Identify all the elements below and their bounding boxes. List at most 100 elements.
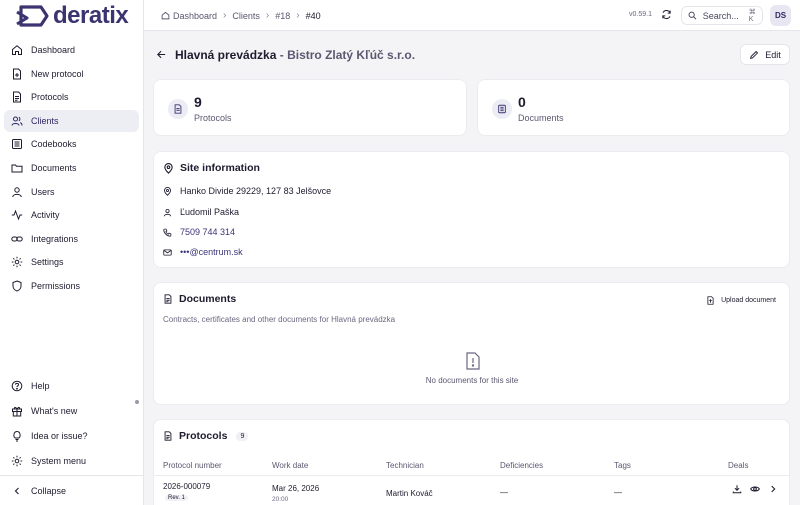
stat-label: Documents [518, 113, 564, 123]
sidebar-item-system-menu[interactable]: System menu [4, 450, 139, 472]
column-header-tags[interactable]: Tags [614, 461, 631, 470]
version-label: v0.59.1 [629, 11, 652, 18]
map-pin-icon [164, 162, 173, 174]
chevron-right-icon: › [296, 10, 300, 21]
sidebar-item-new-protocol[interactable]: New protocol [4, 63, 139, 85]
sidebar-nav: Dashboard New protocol Protocols Clients… [4, 39, 139, 299]
sidebar-item-users[interactable]: Users [4, 181, 139, 203]
stat-value: 0 [518, 94, 526, 110]
mail-icon [163, 248, 172, 256]
site-info-title: Site information [163, 162, 260, 174]
upload-document-button[interactable]: Upload document [698, 292, 784, 309]
tags-value: — [614, 488, 622, 497]
section-title-text: Protocols [179, 430, 228, 442]
sidebar-item-codebooks[interactable]: Codebooks [4, 133, 139, 155]
stat-icon-wrap [168, 99, 188, 119]
sidebar-item-label: System menu [31, 456, 87, 466]
sidebar-item-label: Clients [31, 115, 59, 126]
sidebar-item-dashboard[interactable]: Dashboard [4, 39, 139, 61]
page-title: Hlavná prevádzka - Bistro Zlatý Kľúč s.r… [175, 48, 415, 62]
empty-state-text: No documents for this site [425, 376, 519, 385]
archive-icon [498, 104, 506, 114]
stat-value: 9 [194, 94, 202, 110]
column-header-technician[interactable]: Technician [386, 461, 424, 470]
eye-icon[interactable] [750, 484, 760, 494]
sidebar-item-whats-new[interactable]: What's new [4, 400, 139, 422]
sidebar-item-permissions[interactable]: Permissions [4, 275, 139, 297]
home-icon [161, 11, 170, 20]
chevron-right-icon[interactable] [768, 484, 778, 494]
sidebar: deratix Dashboard New protocol Protocols… [0, 0, 144, 505]
refresh-icon[interactable] [661, 9, 672, 20]
sidebar-item-clients[interactable]: Clients [4, 109, 139, 132]
logo-text: deratix [53, 2, 129, 29]
sidebar-item-label: Permissions [31, 280, 81, 291]
lightbulb-icon [13, 430, 21, 442]
edit-label: Edit [765, 49, 781, 60]
deficiencies-value: — [500, 488, 508, 497]
gift-icon [12, 406, 22, 417]
title-separator: - [276, 48, 288, 62]
help-icon [11, 380, 23, 392]
sidebar-item-integrations[interactable]: Integrations [4, 228, 139, 250]
folder-icon [11, 164, 23, 173]
upload-label: Upload document [721, 297, 776, 304]
home-icon [12, 45, 22, 55]
topbar: Dashboard › Clients › #18 › #40 v0.59.1 … [144, 0, 800, 31]
sidebar-item-idea-or-issue[interactable]: Idea or issue? [4, 425, 139, 447]
sidebar-item-label: Integrations [31, 233, 79, 244]
column-header-deals[interactable]: Deals [728, 461, 748, 470]
column-header-work-date[interactable]: Work date [272, 461, 308, 470]
shield-icon [12, 280, 22, 292]
edit-button[interactable]: Edit [740, 44, 790, 65]
site-name: Hlavná prevádzka [175, 48, 277, 62]
breadcrumb-dashboard[interactable]: Dashboard [173, 11, 217, 21]
documents-subtitle: Contracts, certificates and other docume… [163, 315, 396, 324]
list-icon [12, 139, 22, 150]
sidebar-item-label: What's new [31, 406, 78, 416]
sidebar-item-activity[interactable]: Activity [4, 204, 139, 226]
avatar[interactable]: DS [770, 5, 791, 26]
gear-icon [11, 455, 23, 467]
divider [154, 475, 790, 476]
sidebar-item-help[interactable]: Help [4, 375, 139, 397]
sidebar-item-settings[interactable]: Settings [4, 251, 139, 273]
contact-text: Ľudomil Paška [180, 207, 240, 217]
work-time: 20:00 [272, 496, 289, 503]
sidebar-item-protocols[interactable]: Protocols [4, 86, 139, 108]
documents-card: Documents Upload document Contracts, cer… [153, 282, 790, 405]
notification-dot [135, 400, 139, 404]
back-arrow-icon[interactable] [156, 49, 167, 60]
stat-card-documents[interactable]: 0 Documents [477, 79, 790, 136]
sidebar-item-label: Users [31, 186, 55, 197]
download-icon[interactable] [732, 484, 742, 494]
sidebar-item-label: Idea or issue? [31, 431, 88, 441]
empty-document-icon [466, 352, 480, 370]
site-address: Hanko Divide 29229, 127 83 Jelšovce [163, 186, 331, 196]
stat-icon-wrap [492, 99, 512, 119]
gear-icon [11, 257, 23, 268]
collapse-label: Collapse [31, 486, 67, 496]
file-plus-icon [13, 68, 21, 80]
sidebar-item-documents[interactable]: Documents [4, 157, 139, 179]
user-icon [163, 208, 172, 216]
column-header-deficiencies[interactable]: Deficiencies [500, 461, 543, 470]
sidebar-item-collapse[interactable]: Collapse [4, 480, 139, 502]
logo-icon [16, 5, 49, 27]
breadcrumb-clients[interactable]: Clients [232, 11, 260, 21]
technician-name: Martin Kováč [386, 489, 433, 498]
phone-link[interactable]: 7509 744 314 [180, 227, 235, 237]
client-name[interactable]: Bistro Zlatý Kľúč s.r.o. [287, 48, 415, 62]
file-text-icon [164, 431, 172, 441]
activity-icon [11, 209, 23, 221]
email-link[interactable]: •••@centrum.sk [180, 247, 243, 257]
protocol-number[interactable]: 2026-000079 [163, 482, 210, 491]
column-header-protocol-number[interactable]: Protocol number [163, 461, 222, 470]
sidebar-item-label: Protocols [31, 92, 69, 103]
logo[interactable]: deratix [16, 2, 129, 29]
stat-card-protocols[interactable]: 9 Protocols [153, 79, 467, 136]
sidebar-item-label: Documents [31, 162, 77, 173]
search-button[interactable]: Search... ⌘ K [681, 6, 763, 25]
collapse-button[interactable]: Collapse [4, 480, 139, 504]
breadcrumb-client[interactable]: #18 [275, 11, 290, 21]
